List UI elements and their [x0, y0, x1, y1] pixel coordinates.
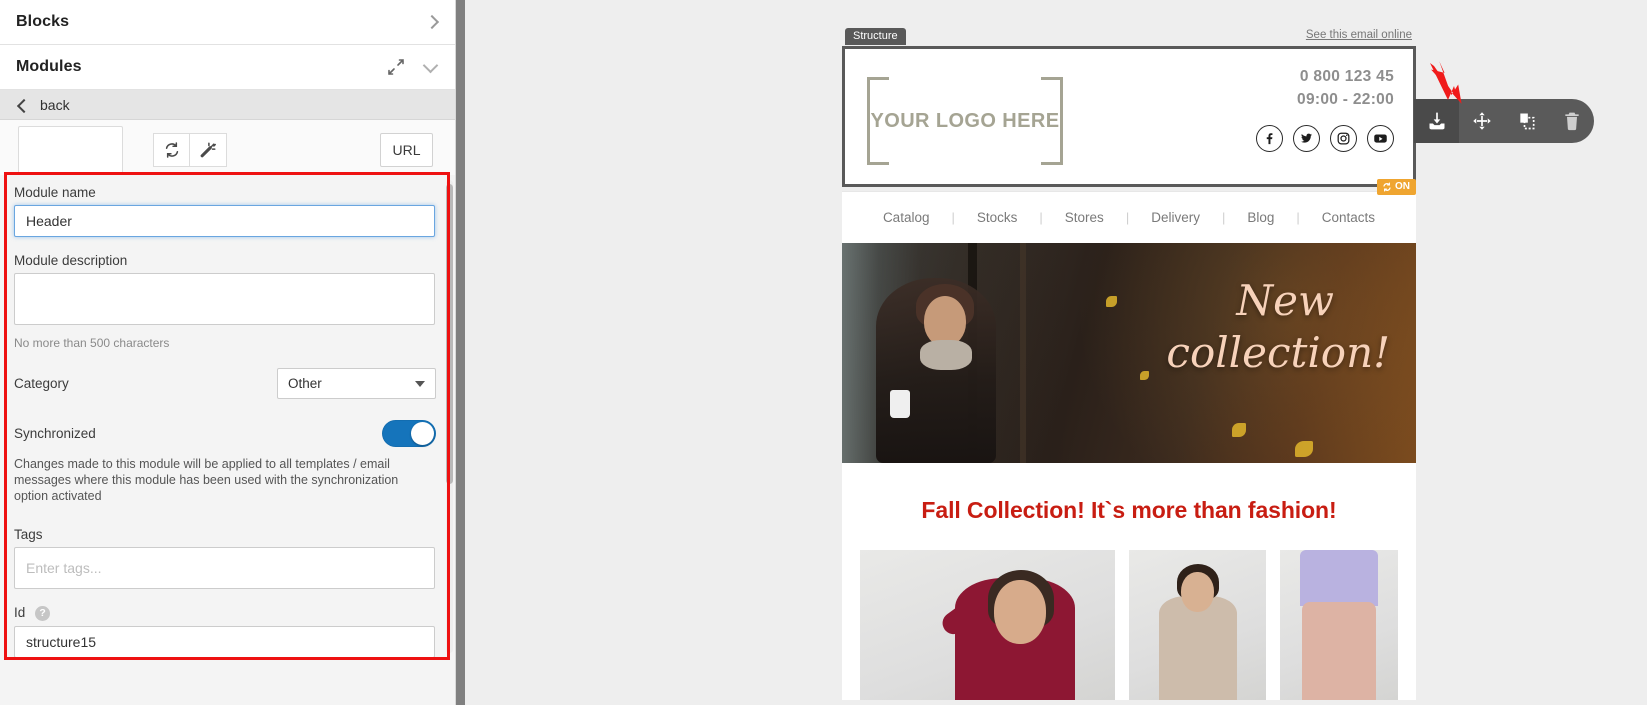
- synchronized-description: Changes made to this module will be appl…: [14, 457, 399, 503]
- headline-text: Fall Collection! It`s more than fashion!: [921, 497, 1337, 523]
- nav-item-catalog[interactable]: Catalog: [861, 210, 952, 225]
- canvas-scrollbar[interactable]: [456, 0, 465, 705]
- logo-placeholder[interactable]: YOUR LOGO HERE: [867, 77, 1063, 165]
- chevron-left-icon: [16, 99, 28, 111]
- hero-title-line2: collection!: [1166, 328, 1390, 377]
- download-save-icon: [1429, 112, 1444, 130]
- panel-scrollbar[interactable]: [446, 180, 453, 653]
- instagram-icon[interactable]: [1330, 125, 1357, 152]
- product-image-2[interactable]: [1129, 550, 1267, 700]
- phone-number: 0 800 123 45: [1299, 68, 1394, 85]
- model-face: [994, 580, 1046, 644]
- tags-input[interactable]: [14, 547, 435, 589]
- accordion-modules-label: Modules: [16, 58, 82, 75]
- magic-wand-icon[interactable]: [190, 133, 227, 167]
- email-header-block[interactable]: YOUR LOGO HERE 0 800 123 45 09:00 - 22:0…: [842, 46, 1416, 195]
- category-label: Category: [14, 376, 69, 391]
- module-settings-form: Module name Module description No more t…: [0, 175, 455, 705]
- module-name-input[interactable]: [14, 205, 435, 237]
- module-action-buttons: [153, 133, 227, 167]
- id-input[interactable]: [14, 625, 435, 658]
- url-button[interactable]: URL: [380, 133, 433, 167]
- model-face: [1181, 572, 1214, 612]
- structure-tab-row: Structure See this email online: [842, 28, 1416, 46]
- hero-banner[interactable]: New collection!: [842, 243, 1416, 463]
- structure-tab[interactable]: Structure: [845, 28, 906, 45]
- delete-button[interactable]: [1549, 99, 1594, 143]
- nav-item-delivery[interactable]: Delivery: [1129, 210, 1222, 225]
- module-description-label: Module description: [14, 253, 128, 268]
- hero-model: [876, 278, 997, 463]
- product-image-1[interactable]: [860, 550, 1115, 700]
- model-blouse: [1300, 550, 1379, 606]
- product-image-3[interactable]: [1280, 550, 1398, 700]
- product-row: [842, 550, 1416, 700]
- annotation-arrow-icon: [1430, 61, 1462, 104]
- help-icon[interactable]: ?: [35, 605, 51, 621]
- module-toolstrip: URL: [0, 120, 455, 180]
- facebook-icon[interactable]: [1256, 125, 1283, 152]
- door-frame: [1019, 243, 1026, 463]
- category-selected-value: Other: [288, 376, 322, 391]
- expand-icon[interactable]: [387, 58, 405, 76]
- logo-text: YOUR LOGO HERE: [870, 109, 1060, 132]
- synchronized-toggle[interactable]: [382, 420, 436, 447]
- category-select[interactable]: Other: [277, 368, 436, 399]
- header-contact-column: 0 800 123 45 09:00 - 22:00: [1256, 68, 1394, 152]
- duplicate-button[interactable]: [1504, 99, 1549, 143]
- nav-item-blog[interactable]: Blog: [1225, 210, 1296, 225]
- id-label-row: Id ?: [14, 605, 436, 621]
- sync-status-badge[interactable]: ON: [1377, 179, 1416, 195]
- duplicate-icon: [1519, 113, 1534, 130]
- synchronized-label: Synchronized: [14, 426, 96, 441]
- id-label: Id: [14, 605, 26, 620]
- module-description-textarea[interactable]: [14, 273, 435, 325]
- falling-leaf: [1140, 370, 1150, 380]
- tags-label: Tags: [14, 527, 43, 542]
- hero-title: New collection!: [1166, 275, 1390, 379]
- category-row: Category Other: [14, 368, 436, 399]
- accordion-blocks[interactable]: Blocks: [0, 0, 455, 45]
- screen-root: Blocks Modules back URL Module name Head…: [0, 0, 1647, 705]
- scrollbar-thumb[interactable]: [446, 184, 453, 484]
- email-preview: Structure See this email online YOUR LOG…: [842, 28, 1416, 700]
- url-button-label: URL: [392, 142, 421, 158]
- toggle-knob: [411, 422, 434, 445]
- chevron-down-icon[interactable]: [423, 59, 439, 75]
- model-trousers: [1302, 602, 1377, 700]
- social-links: [1256, 125, 1394, 152]
- nav-item-stores[interactable]: Stores: [1043, 210, 1126, 225]
- synchronized-row: Synchronized: [14, 420, 436, 447]
- working-hours: 09:00 - 22:00: [1297, 91, 1394, 108]
- back-label: back: [40, 96, 70, 113]
- falling-leaf: [1232, 423, 1247, 438]
- model-scarf: [920, 340, 973, 370]
- nav-item-stocks[interactable]: Stocks: [955, 210, 1040, 225]
- accordion-blocks-label: Blocks: [16, 13, 70, 30]
- nav-item-contacts[interactable]: Contacts: [1300, 210, 1397, 225]
- sync-status-label: ON: [1395, 181, 1410, 192]
- email-nav-bar: Catalog | Stocks | Stores | Delivery | B…: [842, 191, 1416, 243]
- back-button[interactable]: back: [0, 90, 455, 120]
- chevron-right-icon[interactable]: [425, 15, 439, 29]
- hero-title-line1: New: [1236, 276, 1334, 325]
- description-hint: No more than 500 characters: [14, 336, 170, 350]
- model-face: [924, 296, 967, 346]
- falling-leaf: [1106, 295, 1118, 307]
- youtube-icon[interactable]: [1367, 125, 1394, 152]
- module-thumbnail[interactable]: [18, 126, 123, 174]
- sync-icon[interactable]: [153, 133, 190, 167]
- headline-band: Fall Collection! It`s more than fashion!: [842, 463, 1416, 550]
- move-arrows-icon: [1472, 112, 1491, 130]
- left-editor-panel: Blocks Modules back URL Module name Head…: [0, 0, 456, 705]
- falling-leaf: [1295, 441, 1314, 457]
- accordion-modules[interactable]: Modules: [0, 45, 455, 90]
- coffee-cup: [890, 390, 911, 418]
- sync-icon: [1383, 182, 1391, 191]
- see-email-online-link[interactable]: See this email online: [1306, 29, 1412, 41]
- module-name-label: Module name: [14, 185, 96, 200]
- chevron-down-icon: [415, 380, 425, 387]
- trash-icon: [1564, 112, 1579, 131]
- twitter-icon[interactable]: [1293, 125, 1320, 152]
